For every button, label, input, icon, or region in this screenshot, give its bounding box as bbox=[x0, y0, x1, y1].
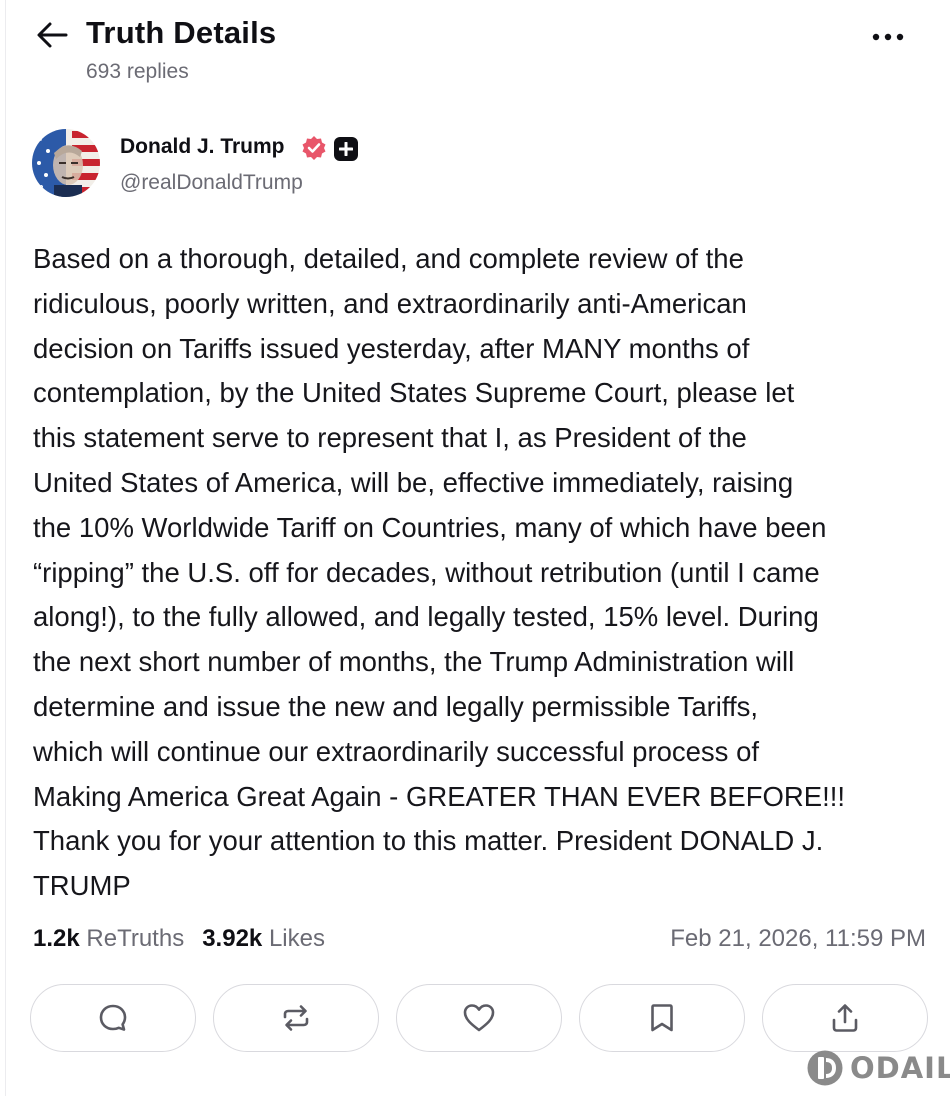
back-button[interactable] bbox=[34, 18, 70, 52]
post-text: Based on a thorough, detailed, and compl… bbox=[33, 243, 846, 902]
author-handle[interactable]: @realDonaldTrump bbox=[120, 171, 303, 195]
avatar[interactable] bbox=[32, 129, 100, 197]
more-options-button[interactable] bbox=[866, 22, 910, 52]
author-name[interactable]: Donald J. Trump bbox=[120, 135, 285, 159]
likes-stat[interactable]: 3.92k Likes bbox=[202, 925, 325, 952]
like-button[interactable] bbox=[396, 984, 562, 1052]
post-stats: 1.2k ReTruths 3.92k Likes bbox=[33, 925, 325, 953]
retruths-label: ReTruths bbox=[86, 925, 185, 952]
bookmark-button[interactable] bbox=[579, 984, 745, 1052]
reply-button[interactable] bbox=[30, 984, 196, 1052]
arrow-left-icon bbox=[37, 22, 68, 48]
page-header: Truth Details 693 replies bbox=[0, 0, 950, 100]
share-button[interactable] bbox=[762, 984, 928, 1052]
reply-count[interactable]: 693 replies bbox=[86, 60, 189, 84]
left-divider bbox=[5, 0, 6, 1096]
verified-badge-icon bbox=[302, 136, 326, 160]
profile-picture bbox=[32, 129, 100, 197]
more-horizontal-icon bbox=[872, 33, 904, 41]
odaily-logo-icon bbox=[807, 1050, 843, 1086]
reply-icon bbox=[99, 1004, 127, 1031]
action-bar bbox=[30, 984, 930, 1054]
post-timestamp: Feb 21, 2026, 11:59 PM bbox=[670, 925, 926, 952]
heart-icon bbox=[463, 1004, 495, 1032]
retruth-button[interactable] bbox=[213, 984, 379, 1052]
page-title: Truth Details bbox=[86, 15, 277, 50]
share-icon bbox=[832, 1004, 858, 1032]
retruths-count: 1.2k bbox=[33, 925, 80, 952]
likes-count: 3.92k bbox=[202, 925, 263, 952]
retruths-stat[interactable]: 1.2k ReTruths bbox=[33, 925, 184, 952]
retruth-icon bbox=[283, 1005, 309, 1031]
bookmark-icon bbox=[651, 1004, 673, 1032]
plus-badge-icon bbox=[334, 137, 358, 161]
watermark-text: ODAILY bbox=[850, 1051, 950, 1085]
likes-label: Likes bbox=[268, 925, 325, 952]
watermark: ODAILY bbox=[806, 1049, 950, 1087]
